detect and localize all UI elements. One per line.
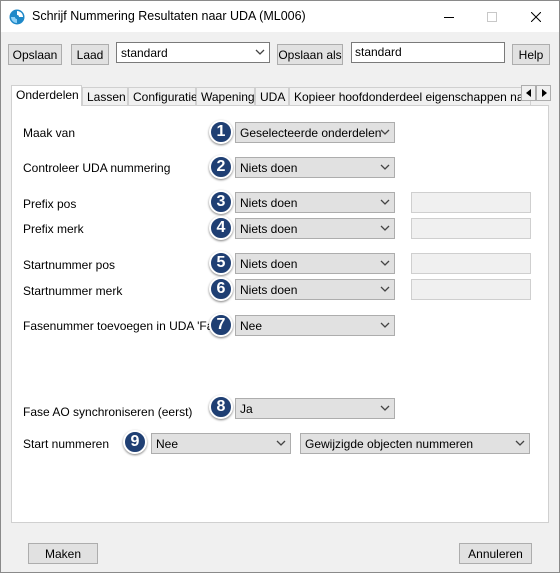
chevron-down-icon <box>380 260 390 266</box>
arrow-left-icon <box>525 89 531 97</box>
tab-kopieer[interactable]: Kopieer hoofdonderdeel eigenschappen naa… <box>289 87 534 105</box>
chevron-down-icon <box>380 225 390 231</box>
help-button[interactable]: Help <box>512 44 550 65</box>
minimize-icon <box>443 16 454 18</box>
prefix-pos-input[interactable] <box>411 192 531 213</box>
chevron-down-icon <box>380 286 390 292</box>
callout-badge-6: 6 <box>209 277 233 301</box>
maak-van-select[interactable]: Geselecteerde onderdelen <box>235 122 395 143</box>
controleer-uda-select[interactable]: Niets doen <box>235 157 395 178</box>
prefix-pos-value: Niets doen <box>240 196 298 210</box>
fasenummer-select[interactable]: Nee <box>235 315 395 336</box>
callout-badge-1: 1 <box>209 120 233 144</box>
nummer-modus-value: Gewijzigde objecten nummeren <box>305 437 474 451</box>
prefix-merk-label: Prefix merk <box>23 222 84 236</box>
callout-badge-3: 3 <box>209 190 233 214</box>
chevron-down-icon <box>380 199 390 205</box>
fasenummer-label: Fasenummer toevoegen in UDA 'Fase' <box>23 319 229 333</box>
startnummer-pos-label: Startnummer pos <box>23 258 116 272</box>
startnummer-merk-value: Niets doen <box>240 283 298 297</box>
chevron-down-icon <box>255 49 265 55</box>
save-button[interactable]: Opslaan <box>8 44 62 65</box>
tab-scroll-right-button[interactable] <box>536 85 551 101</box>
preset-select[interactable]: standard <box>116 42 270 63</box>
chevron-down-icon <box>380 164 390 170</box>
save-as-button[interactable]: Opslaan als <box>277 44 343 65</box>
save-as-input[interactable]: standard <box>351 42 505 63</box>
startnummer-merk-label: Startnummer merk <box>23 284 123 298</box>
dialog-window: Schrijf Nummering Resultaten naar UDA (M… <box>0 0 560 573</box>
start-nummeren-label: Start nummeren <box>23 437 110 451</box>
callout-badge-7: 7 <box>209 313 233 337</box>
callout-badge-2: 2 <box>209 155 233 179</box>
startnummer-merk-select[interactable]: Niets doen <box>235 279 395 300</box>
prefix-merk-value: Niets doen <box>240 222 298 236</box>
chevron-down-icon <box>380 129 390 135</box>
tab-scroll-left-button[interactable] <box>521 85 536 101</box>
callout-badge-5: 5 <box>209 251 233 275</box>
prefix-pos-label: Prefix pos <box>23 197 77 211</box>
minimize-button[interactable] <box>426 1 471 32</box>
close-button[interactable] <box>513 1 558 32</box>
app-logo-icon <box>9 9 25 25</box>
nummer-modus-select[interactable]: Gewijzigde objecten nummeren <box>300 433 530 454</box>
callout-badge-8: 8 <box>209 395 233 419</box>
tab-strip: Onderdelen Lassen Configuratie Wapening … <box>11 85 551 106</box>
close-icon <box>530 11 541 22</box>
maak-van-value: Geselecteerde onderdelen <box>240 126 382 140</box>
maken-button[interactable]: Maken <box>28 543 98 564</box>
title-bar[interactable]: Schrijf Nummering Resultaten naar UDA (M… <box>1 1 559 32</box>
maximize-button[interactable] <box>469 1 514 32</box>
preset-select-value: standard <box>121 46 168 60</box>
startnummer-merk-input[interactable] <box>411 279 531 300</box>
annuleren-button[interactable]: Annuleren <box>459 543 532 564</box>
tab-onderdelen[interactable]: Onderdelen <box>11 85 82 106</box>
tab-lassen[interactable]: Lassen <box>82 87 128 105</box>
window-title: Schrijf Nummering Resultaten naar UDA (M… <box>32 9 306 23</box>
chevron-down-icon <box>515 440 525 446</box>
chevron-down-icon <box>380 405 390 411</box>
fase-ao-label: Fase AO synchroniseren (eerst) <box>23 405 193 419</box>
prefix-pos-select[interactable]: Niets doen <box>235 192 395 213</box>
maximize-icon <box>486 11 497 22</box>
callout-badge-9: 9 <box>123 430 147 454</box>
controleer-uda-label: Controleer UDA nummering <box>23 161 171 175</box>
prefix-merk-select[interactable]: Niets doen <box>235 218 395 239</box>
load-button[interactable]: Laad <box>71 44 109 65</box>
tab-uda[interactable]: UDA <box>255 87 289 105</box>
maak-van-label: Maak van <box>23 126 76 140</box>
chevron-down-icon <box>380 322 390 328</box>
startnummer-pos-select[interactable]: Niets doen <box>235 253 395 274</box>
fase-ao-value: Ja <box>240 402 253 416</box>
arrow-right-icon <box>541 89 547 97</box>
prefix-merk-input[interactable] <box>411 218 531 239</box>
callout-badge-4: 4 <box>209 216 233 240</box>
startnummer-pos-value: Niets doen <box>240 257 298 271</box>
controleer-uda-value: Niets doen <box>240 161 298 175</box>
fase-ao-select[interactable]: Ja <box>235 398 395 419</box>
startnummer-pos-input[interactable] <box>411 253 531 274</box>
fasenummer-value: Nee <box>240 319 263 333</box>
tab-wapening[interactable]: Wapening <box>196 87 255 105</box>
chevron-down-icon <box>276 440 286 446</box>
start-nummeren-value: Nee <box>156 437 179 451</box>
tab-configuratie[interactable]: Configuratie <box>128 87 198 105</box>
start-nummeren-select[interactable]: Nee <box>151 433 291 454</box>
